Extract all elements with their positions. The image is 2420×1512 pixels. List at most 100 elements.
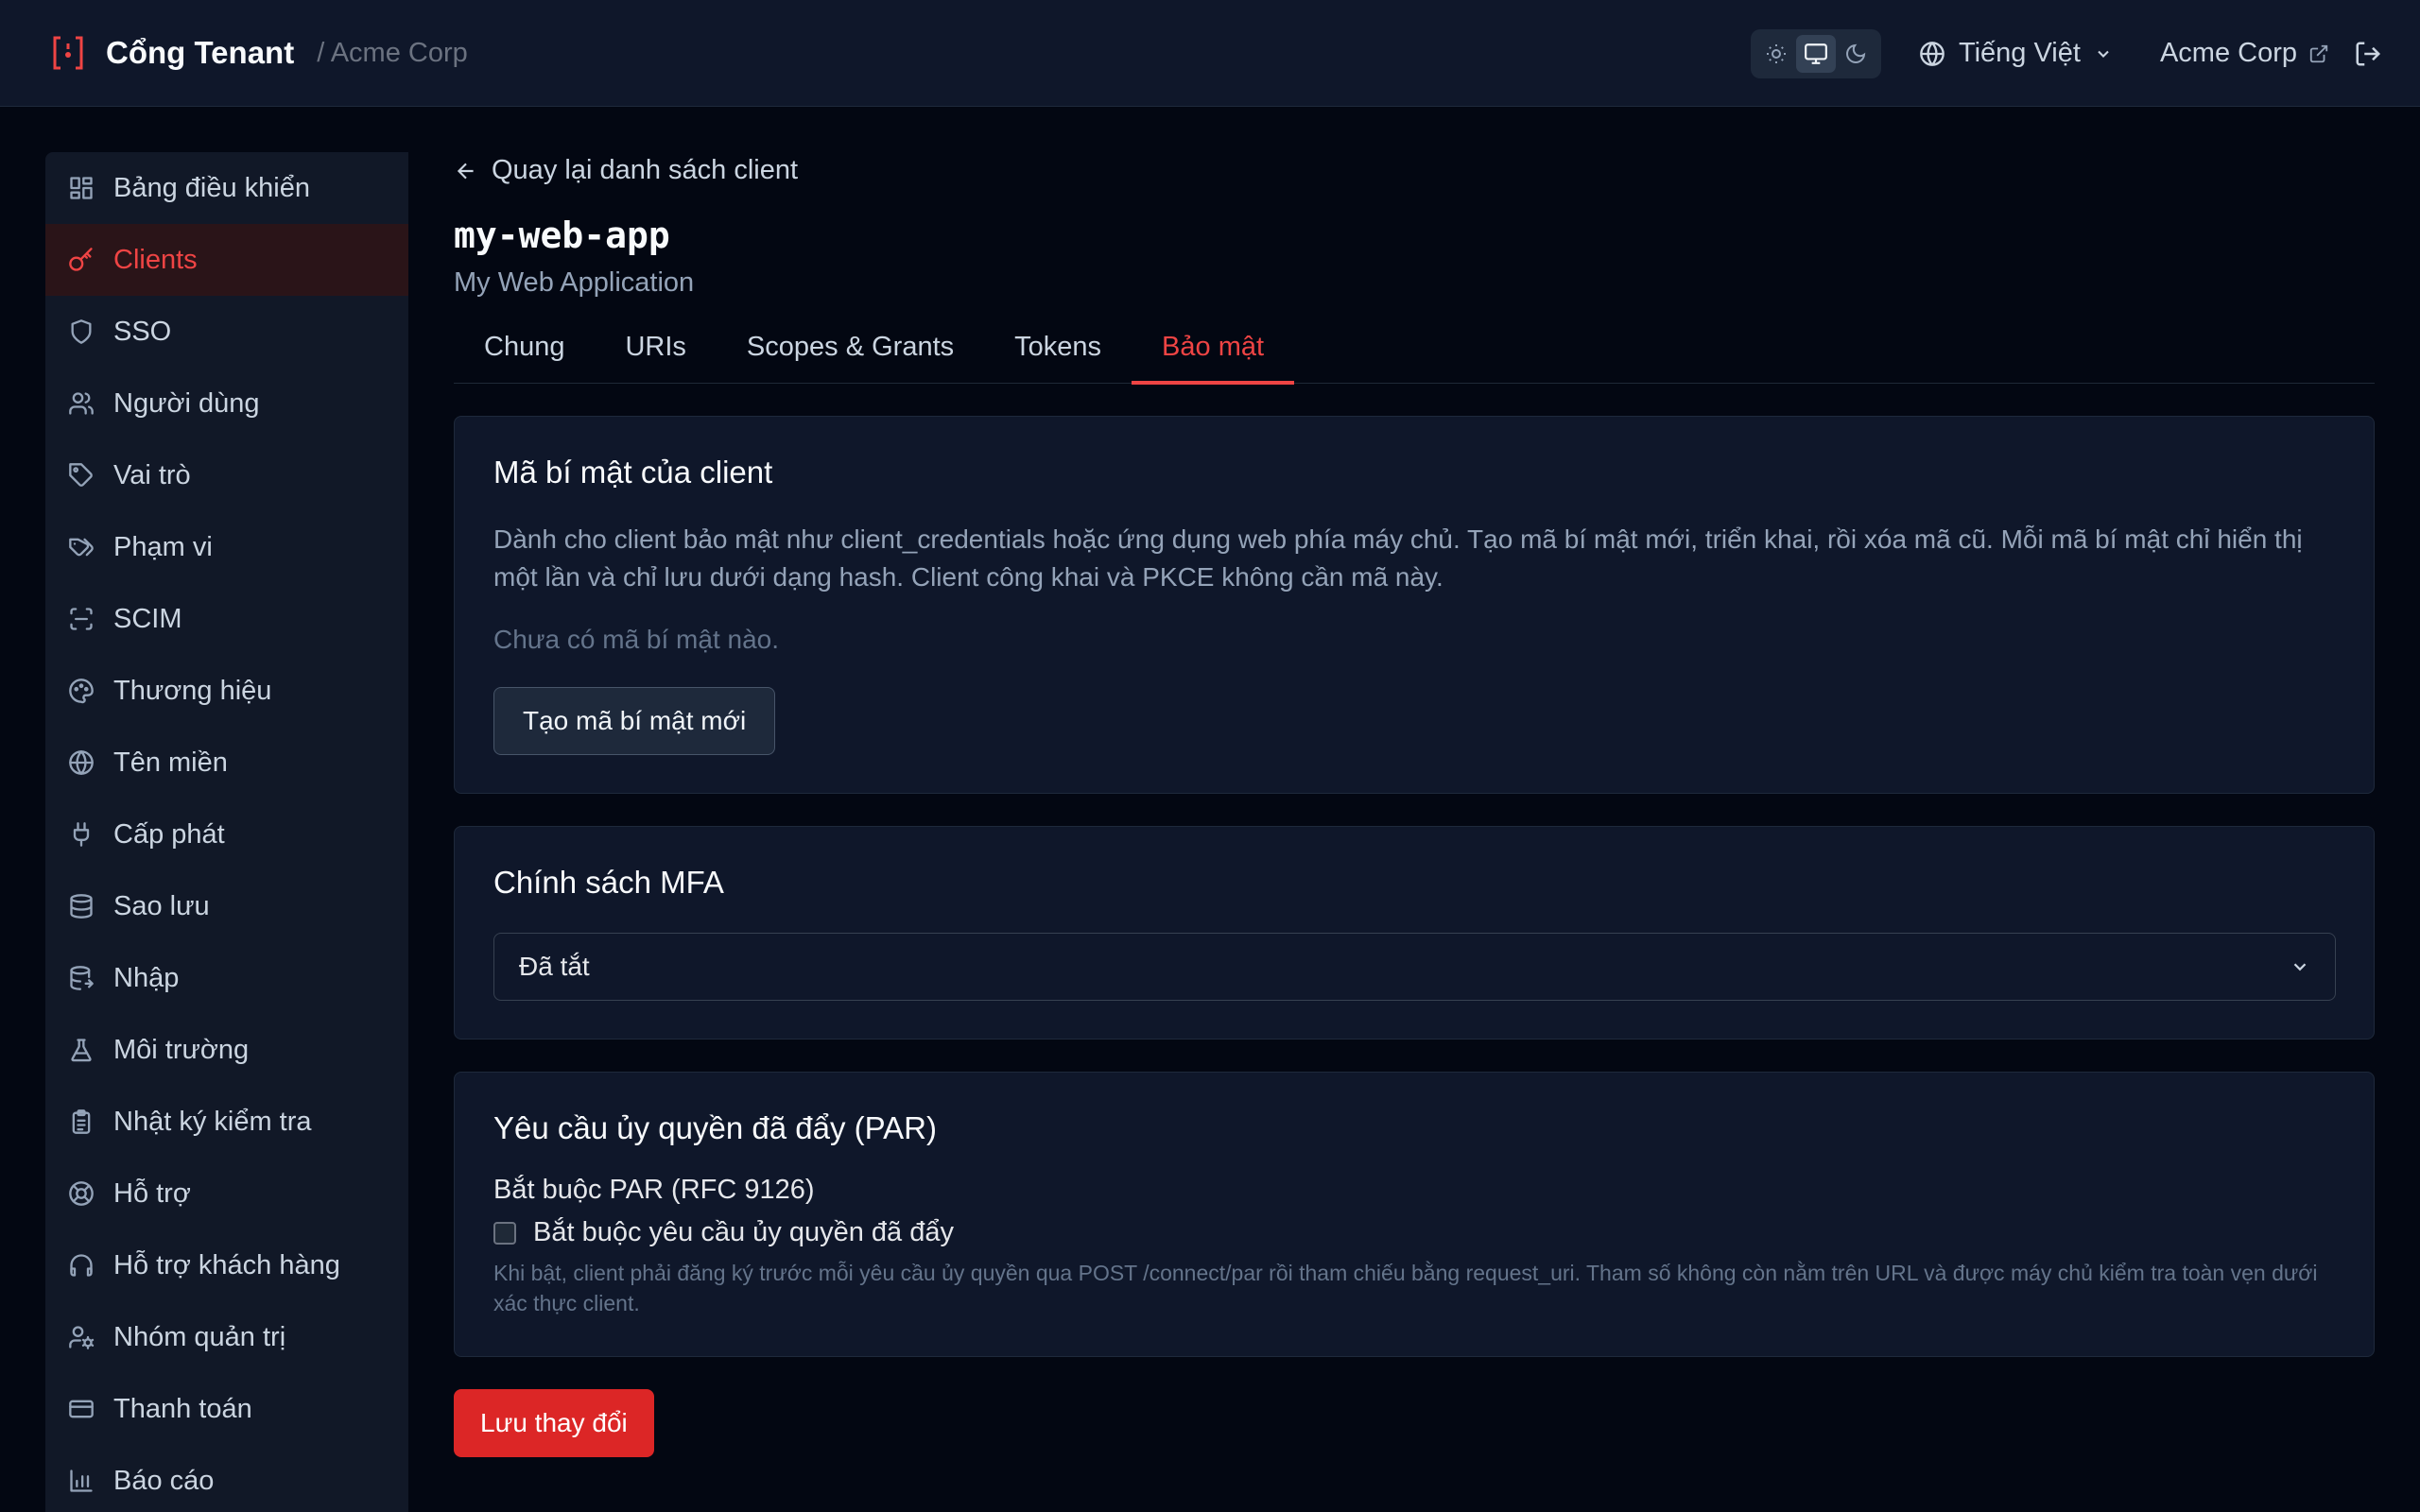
sidebar-item-clipboard[interactable]: Nhật ký kiểm tra	[45, 1086, 408, 1158]
sidebar-item-globe[interactable]: Tên miền	[45, 727, 408, 799]
client-secrets-description: Dành cho client bảo mật như client_crede…	[493, 524, 2303, 592]
mfa-policy-select[interactable]: Đã tắt	[493, 933, 2336, 1001]
scan-icon	[70, 608, 93, 630]
shield-icon	[71, 319, 92, 344]
back-to-clients-link[interactable]: Quay lại danh sách client	[454, 155, 2375, 186]
palette-icon	[69, 679, 94, 704]
flask-icon	[71, 1039, 92, 1062]
tab-tokens[interactable]: Tokens	[984, 327, 1132, 384]
sidebar-item-dashboard[interactable]: Bảng điều khiển	[45, 152, 408, 224]
user-cog-icon	[69, 1326, 95, 1349]
sidebar-item-label: Hỗ trợ khách hàng	[113, 1249, 340, 1280]
users-icon	[69, 392, 94, 415]
sidebar-item-label: Phạm vi	[113, 531, 213, 562]
sidebar-item-database-import[interactable]: Nhập	[45, 942, 408, 1014]
theme-system-button[interactable]	[1795, 34, 1836, 73]
sidebar-item-label: Người dùng	[113, 387, 260, 419]
save-changes-button[interactable]: Lưu thay đổi	[454, 1389, 654, 1457]
sidebar-item-database[interactable]: Sao lưu	[45, 870, 408, 942]
sidebar-item-label: Thanh toán	[113, 1393, 252, 1424]
brand-title: Cổng Tenant	[106, 35, 295, 70]
sidebar-item-tags[interactable]: Phạm vi	[45, 511, 408, 583]
plug-icon	[73, 822, 90, 847]
sidebar-item-scan[interactable]: SCIM	[45, 583, 408, 655]
sidebar-item-shield[interactable]: SSO	[45, 296, 408, 368]
sidebar-item-tag[interactable]: Vai trò	[45, 439, 408, 511]
sidebar-item-lifebuoy[interactable]: Hỗ trợ	[45, 1158, 408, 1229]
sidebar-item-label: Sao lưu	[113, 890, 210, 921]
sidebar-item-headphones[interactable]: Hỗ trợ khách hàng	[45, 1229, 408, 1301]
moon-icon	[1846, 43, 1866, 63]
par-field-label: Bắt buộc PAR (RFC 9126)	[493, 1175, 815, 1205]
sidebar-item-label: SCIM	[113, 603, 182, 634]
sidebar-item-label: Tên miền	[113, 747, 228, 778]
sidebar-item-label: Môi trường	[113, 1034, 250, 1065]
clipboard-icon	[72, 1109, 91, 1134]
page-title: my-web-app	[454, 215, 670, 256]
breadcrumb-org: / Acme Corp	[317, 37, 468, 68]
tab-scopes-grants[interactable]: Scopes & Grants	[717, 327, 984, 384]
tab-uris[interactable]: URIs	[595, 327, 716, 384]
sidebar-item-plug[interactable]: Cấp phát	[45, 799, 408, 870]
sidebar-item-flask[interactable]: Môi trường	[45, 1014, 408, 1086]
client-secrets-title: Mã bí mật của client	[493, 455, 773, 490]
client-secrets-card: Mã bí mật của client Dành cho client bảo…	[454, 416, 2375, 794]
sidebar-item-label: Nhóm quản trị	[113, 1321, 286, 1352]
sidebar-item-user-cog[interactable]: Nhóm quản trị	[45, 1301, 408, 1373]
org-external-link[interactable]: Acme Corp	[2160, 38, 2329, 69]
sidebar-item-label: Bảng điều khiển	[113, 172, 310, 203]
logout-button[interactable]	[2354, 40, 2382, 68]
sidebar-item-users[interactable]: Người dùng	[45, 368, 408, 439]
globe-icon	[1920, 41, 1945, 66]
par-title: Yêu cầu ủy quyền đã đẩy (PAR)	[493, 1110, 937, 1145]
create-secret-button[interactable]: Tạo mã bí mật mới	[493, 687, 776, 755]
sidebar: Bảng điều khiển Clients SSO Người dùng Vai t…	[45, 152, 408, 1512]
mfa-policy-card: Chính sách MFA Đã tắt	[454, 826, 2375, 1040]
tag-icon	[69, 463, 93, 487]
page-subtitle: My Web Application	[454, 267, 695, 298]
language-selector[interactable]: Tiếng Việt	[1919, 38, 2113, 69]
theme-switcher	[1750, 28, 1881, 78]
sidebar-item-palette[interactable]: Thương hiệu	[45, 655, 408, 727]
sidebar-item-bar-chart[interactable]: Báo cáo	[45, 1445, 408, 1512]
brand-logo-icon	[53, 36, 83, 70]
tags-icon	[69, 538, 94, 557]
dashboard-icon	[70, 177, 93, 199]
tab-security[interactable]: Bảo mật	[1132, 327, 1295, 385]
sun-icon	[1766, 43, 1786, 63]
top-header: Cổng Tenant / Acme Corp Tiếng Việt Acme …	[0, 0, 2420, 107]
client-secrets-empty-text: Chưa có mã bí mật nào.	[493, 625, 779, 654]
par-checkbox-row[interactable]: Bắt buộc yêu cầu ủy quyền đã đẩy	[493, 1217, 2336, 1248]
external-link-icon	[2309, 44, 2328, 62]
org-link-label: Acme Corp	[2159, 38, 2297, 68]
client-tabs: Chung URIs Scopes & Grants Tokens Bảo mậ…	[454, 327, 2375, 385]
par-checkbox-label[interactable]: Bắt buộc yêu cầu ủy quyền đã đẩy	[533, 1217, 954, 1248]
arrow-left-icon	[457, 163, 474, 179]
main-content: Quay lại danh sách client my-web-app My …	[454, 152, 2375, 1457]
theme-light-button[interactable]	[1756, 35, 1796, 73]
tab-general[interactable]: Chung	[454, 327, 595, 384]
headphones-icon	[70, 1254, 93, 1277]
bar-chart-icon	[70, 1469, 93, 1492]
sidebar-item-label: Cấp phát	[113, 818, 225, 850]
mfa-policy-title: Chính sách MFA	[493, 865, 724, 900]
par-card: Yêu cầu ủy quyền đã đẩy (PAR) Bắt buộc P…	[454, 1072, 2375, 1357]
key-icon	[69, 248, 93, 271]
lifebuoy-icon	[69, 1181, 94, 1206]
monitor-icon	[1805, 43, 1827, 64]
brand[interactable]: Cổng Tenant / Acme Corp	[51, 34, 468, 72]
par-help-text: Khi bật, client phải đăng ký trước mỗi y…	[493, 1261, 2318, 1315]
database-import-icon	[70, 966, 94, 990]
sidebar-item-label: SSO	[113, 316, 172, 347]
sidebar-item-credit-card[interactable]: Thanh toán	[45, 1373, 408, 1445]
theme-dark-button[interactable]	[1836, 35, 1876, 73]
database-icon	[70, 894, 93, 919]
globe-icon	[69, 750, 94, 775]
sidebar-item-label: Báo cáo	[113, 1465, 215, 1496]
sidebar-item-label: Nhập	[113, 962, 180, 993]
sidebar-item-label: Nhật ký kiểm tra	[113, 1106, 312, 1137]
par-required-checkbox[interactable]	[493, 1221, 516, 1245]
credit-card-icon	[69, 1400, 94, 1418]
sidebar-item-label: Vai trò	[113, 459, 191, 490]
sidebar-item-key[interactable]: Clients	[45, 224, 408, 296]
